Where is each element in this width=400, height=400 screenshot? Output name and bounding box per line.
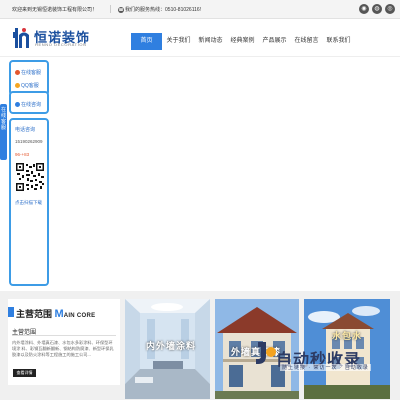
headset-icon xyxy=(15,70,20,76)
online-chat-link[interactable]: 在线咨询 xyxy=(15,101,41,108)
weibo-icon[interactable]: ◉ xyxy=(359,4,369,14)
qq-icon[interactable]: ◎ xyxy=(385,4,395,14)
tel-number: 96-+83 xyxy=(15,152,30,157)
hotline-number: 0510-81026116! xyxy=(165,7,202,13)
qr-caption[interactable]: 点击扫描下载 xyxy=(15,200,42,206)
scope-title: 主营范围 MAIN CORE xyxy=(16,308,96,320)
header-divider xyxy=(0,56,400,57)
customer-service-panel: 在线客服 QQ客服 在线咨询 电话咨询 15190262909 96-+83 点 xyxy=(0,58,49,286)
hotline-title: 电话咨询 xyxy=(15,127,36,133)
qq-service-link[interactable]: QQ客服 xyxy=(15,82,39,89)
qq-icon xyxy=(15,83,20,89)
photo-caption-1: 内外墙涂料 xyxy=(146,341,197,351)
main-scope-card: 主营范围 MAIN CORE 主营范围 内外墙涂料、外墙真石漆、水包水多彩涂料、… xyxy=(8,299,120,385)
hotline-label: 我们的服务热线： xyxy=(125,7,166,13)
nav-item-about[interactable]: 关于我们 xyxy=(163,33,194,50)
scope-description: 内外墙涂料、外墙真石漆、水包水多彩涂料、环保型环境涂 料、彩钢瓦翻新翻新、钢结构… xyxy=(12,340,114,357)
chat-icon xyxy=(15,102,20,108)
view-details-button[interactable]: 查看详情 xyxy=(13,369,36,377)
nav-item-news[interactable]: 新闻动态 xyxy=(195,33,226,50)
online-service-link[interactable]: 在线客服 xyxy=(15,69,41,76)
welcome-text: 欢迎来到无锡恒诺装饰工程有限公司！ xyxy=(12,7,98,13)
photo-caption-3: 水包水 xyxy=(332,331,363,341)
logo-english-name: HENNO DECORATION xyxy=(35,42,87,47)
case-photo-interior[interactable]: 内外墙涂料 xyxy=(125,299,210,399)
wechat-icon[interactable]: ◍ xyxy=(372,4,382,14)
nav-item-products[interactable]: 产品展示 xyxy=(259,33,290,50)
logo[interactable]: 恒诺装饰 HENNO DECORATION xyxy=(12,26,112,52)
watermark-tagline: 随上链接 · 来访一次 · 自动收录 xyxy=(280,364,371,371)
hotline: ☎ 我们的服务热线：0510-81026116! xyxy=(118,6,201,13)
nav-item-home[interactable]: 首页 xyxy=(131,33,162,50)
site-watermark: 自动秒收录 随上链接 · 来访一次 · 自动收录 xyxy=(254,342,394,380)
logo-mark-icon xyxy=(13,28,29,48)
online-service-tab[interactable]: 在线客服 xyxy=(0,104,7,160)
contact-box: 电话咨询 15190262909 96-+83 点击扫描下载 xyxy=(9,118,49,286)
nav-item-cases[interactable]: 经典案例 xyxy=(227,33,258,50)
qr-code xyxy=(15,162,45,192)
online-chat-box: 在线咨询 xyxy=(9,91,49,114)
nav-item-message[interactable]: 在线留言 xyxy=(291,33,322,50)
nav-item-contact[interactable]: 联系我们 xyxy=(323,33,354,50)
scope-marker-icon xyxy=(8,307,14,317)
top-bar: 欢迎来到无锡恒诺装饰工程有限公司！ ☎ 我们的服务热线：0510-81026116… xyxy=(0,0,400,19)
phone-number: 15190262909 xyxy=(15,139,43,144)
scope-divider xyxy=(12,335,116,336)
phone-icon: ☎ xyxy=(118,6,124,13)
topbar-divider xyxy=(110,5,111,13)
watermark-logo-icon xyxy=(256,342,276,364)
